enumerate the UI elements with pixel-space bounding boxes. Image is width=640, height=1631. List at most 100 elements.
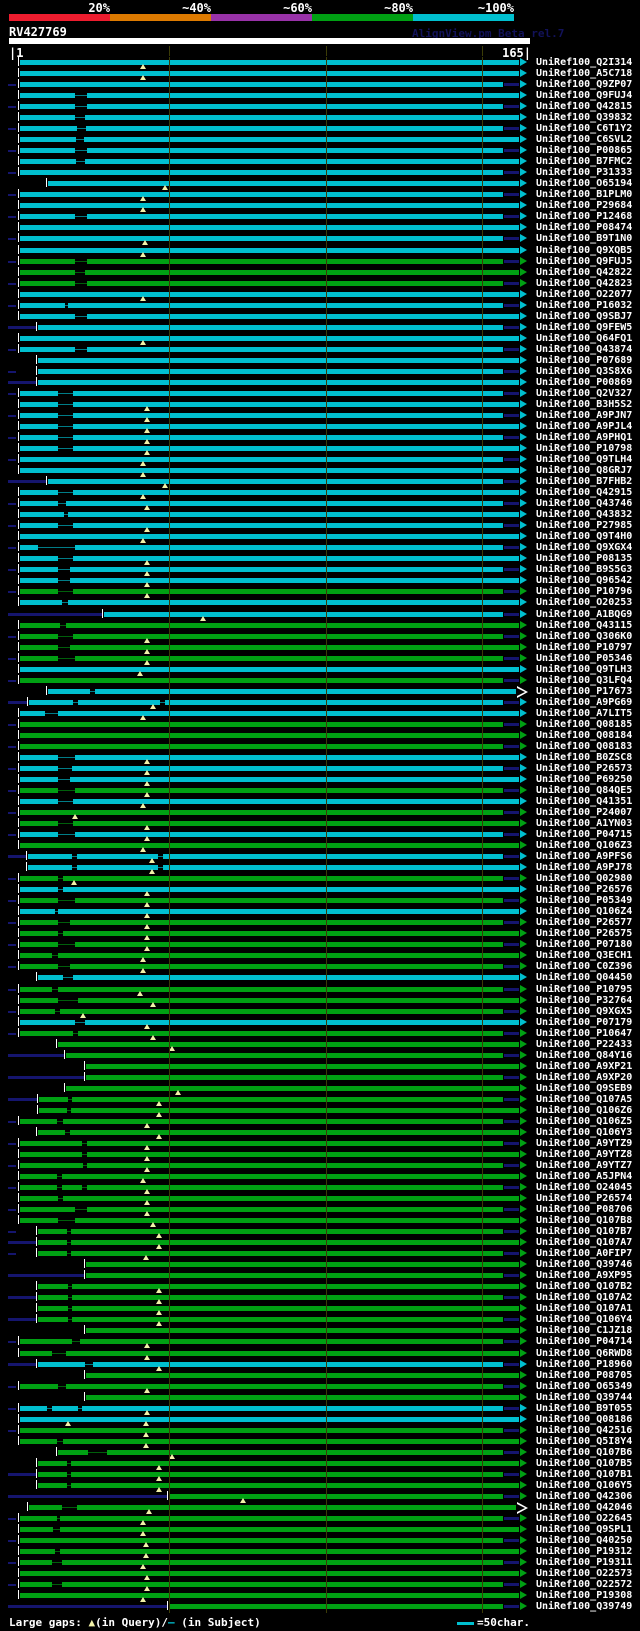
alignment-row[interactable]: UniRef100_P10797 [0,641,640,654]
alignment-row[interactable]: UniRef100_A1YN03 [0,818,640,831]
alignment-row[interactable]: UniRef100_Q39749 [0,1601,640,1612]
alignment-row[interactable]: UniRef100_P19312 [0,1546,640,1559]
alignment-row[interactable]: UniRef100_P10798 [0,443,640,456]
alignment-row[interactable]: UniRef100_Q39744 [0,1391,640,1403]
alignment-row[interactable]: UniRef100_Q64FQ1 [0,332,640,345]
alignment-row[interactable]: UniRef100_P08705 [0,1369,640,1381]
alignment-row[interactable]: UniRef100_Q2I314 [0,57,640,69]
alignment-row[interactable]: UniRef100_P08474 [0,222,640,233]
alignment-row[interactable]: UniRef100_Q107A2 [0,1292,640,1305]
alignment-row[interactable]: UniRef100_P12468 [0,211,640,222]
alignment-row[interactable]: UniRef100_A9YTZ7 [0,1160,640,1172]
alignment-row[interactable]: UniRef100_P10796 [0,586,640,599]
alignment-row[interactable]: UniRef100_Q107B8 [0,1215,640,1228]
alignment-row[interactable]: UniRef100_P26574 [0,1193,640,1206]
alignment-row[interactable]: UniRef100_B7FHB2 [0,476,640,489]
alignment-row[interactable]: UniRef100_A9XP21 [0,1060,640,1072]
alignment-row[interactable]: UniRef100_P07689 [0,354,640,366]
alignment-row[interactable]: UniRef100_A9XP95 [0,1270,640,1281]
alignment-row[interactable]: UniRef100_P69250 [0,773,640,786]
alignment-row[interactable]: UniRef100_Q9T4H0 [0,531,640,544]
alignment-row[interactable]: UniRef100_Q42516 [0,1424,640,1437]
alignment-row[interactable]: UniRef100_P07179 [0,1016,640,1029]
alignment-row[interactable]: UniRef100_Q42915 [0,487,640,500]
alignment-row[interactable]: UniRef100_A9PFS6 [0,851,640,864]
alignment-row[interactable]: UniRef100_Q84QE5 [0,784,640,797]
alignment-row[interactable]: UniRef100_B1PLM0 [0,189,640,202]
alignment-row[interactable]: UniRef100_A5C718 [0,68,640,81]
alignment-row[interactable]: UniRef100_O65349 [0,1380,640,1393]
alignment-row[interactable]: UniRef100_B9S5G3 [0,564,640,577]
alignment-row[interactable]: UniRef100_Q39746 [0,1259,640,1270]
alignment-row[interactable]: UniRef100_A9PJL4 [0,420,640,433]
alignment-row[interactable]: UniRef100_B7FMC2 [0,156,640,167]
alignment-row[interactable]: UniRef100_Q107B6 [0,1446,640,1459]
alignment-row[interactable]: UniRef100_P16032 [0,299,640,311]
alignment-row[interactable]: UniRef100_Q6RWD8 [0,1347,640,1360]
alignment-row[interactable]: UniRef100_Q106Y5 [0,1479,640,1492]
alignment-row[interactable]: UniRef100_B9T055 [0,1402,640,1415]
alignment-row[interactable]: UniRef100_A0FIP7 [0,1248,640,1261]
alignment-row[interactable]: UniRef100_Q39832 [0,112,640,123]
alignment-row[interactable]: UniRef100_Q08185 [0,718,640,730]
alignment-row[interactable]: UniRef100_P00869 [0,376,640,388]
alignment-row[interactable]: UniRef100_Q107A1 [0,1303,640,1316]
alignment-row[interactable]: UniRef100_Q107A7 [0,1237,640,1250]
alignment-row[interactable]: UniRef100_P08706 [0,1204,640,1217]
alignment-row[interactable]: UniRef100_P04715 [0,829,640,842]
alignment-row[interactable]: UniRef100_P17673 [0,685,640,698]
alignment-row[interactable]: UniRef100_P10795 [0,983,640,996]
alignment-row[interactable]: UniRef100_C0Z396 [0,961,640,974]
alignment-row[interactable]: UniRef100_Q9SPL1 [0,1523,640,1536]
alignment-row[interactable]: UniRef100_P29684 [0,200,640,213]
alignment-row[interactable]: UniRef100_P05346 [0,652,640,665]
alignment-row[interactable]: UniRef100_Q9XQB5 [0,244,640,257]
alignment-row[interactable]: UniRef100_Q43746 [0,498,640,511]
alignment-row[interactable]: UniRef100_B0ZSC8 [0,751,640,764]
alignment-row[interactable]: UniRef100_Q106Y3 [0,1126,640,1139]
alignment-row[interactable]: UniRef100_C1JZ18 [0,1325,640,1336]
alignment-row[interactable]: UniRef100_A1BQG9 [0,608,640,621]
alignment-row[interactable]: UniRef100_Q9SBJ7 [0,310,640,322]
alignment-row[interactable]: UniRef100_P26575 [0,928,640,941]
alignment-row[interactable]: UniRef100_Q9SEB9 [0,1082,640,1095]
alignment-row[interactable]: UniRef100_Q08186 [0,1413,640,1426]
alignment-row[interactable]: UniRef100_P26577 [0,917,640,930]
alignment-row[interactable]: UniRef100_Q9TLH3 [0,663,640,676]
alignment-row[interactable]: UniRef100_C6T1Y2 [0,123,640,134]
alignment-row[interactable]: UniRef100_Q107B5 [0,1457,640,1470]
alignment-row[interactable]: UniRef100_Q9FEW5 [0,321,640,333]
alignment-row[interactable]: UniRef100_O20253 [0,597,640,608]
alignment-row[interactable]: UniRef100_A9PJN7 [0,409,640,422]
alignment-row[interactable]: UniRef100_P04714 [0,1336,640,1349]
alignment-row[interactable]: UniRef100_P05349 [0,895,640,908]
alignment-row[interactable]: UniRef100_Q9TLH4 [0,454,640,467]
alignment-row[interactable]: UniRef100_P19311 [0,1557,640,1570]
alignment-row[interactable]: UniRef100_Q08183 [0,740,640,752]
alignment-row[interactable]: UniRef100_A9PG69 [0,696,640,709]
alignment-row[interactable]: UniRef100_C6SVL2 [0,134,640,145]
alignment-row[interactable]: UniRef100_A7LIT5 [0,707,640,720]
alignment-row[interactable]: UniRef100_Q08184 [0,729,640,741]
alignment-row[interactable]: UniRef100_P32764 [0,994,640,1007]
alignment-row[interactable]: UniRef100_Q42046 [0,1501,640,1514]
alignment-row[interactable]: UniRef100_P08135 [0,553,640,566]
alignment-row[interactable]: UniRef100_O22572 [0,1579,640,1592]
alignment-row[interactable]: UniRef100_A9PHQ1 [0,432,640,445]
alignment-row[interactable]: UniRef100_Q8GRJ7 [0,465,640,478]
alignment-row[interactable]: UniRef100_Q42815 [0,101,640,112]
alignment-row[interactable]: UniRef100_O65194 [0,178,640,191]
alignment-row[interactable]: UniRef100_P24007 [0,807,640,820]
alignment-row[interactable]: UniRef100_Q40250 [0,1535,640,1548]
alignment-row[interactable]: UniRef100_O22573 [0,1568,640,1581]
alignment-row[interactable]: UniRef100_Q106Z3 [0,840,640,853]
alignment-row[interactable]: UniRef100_Q106Y4 [0,1314,640,1327]
alignment-row[interactable]: UniRef100_Q106Z6 [0,1104,640,1117]
alignment-row[interactable]: UniRef100_Q43115 [0,619,640,631]
alignment-row[interactable]: UniRef100_B9T1N0 [0,233,640,246]
alignment-row[interactable]: UniRef100_Q96542 [0,575,640,588]
alignment-row[interactable]: UniRef100_Q306K0 [0,630,640,643]
alignment-row[interactable]: UniRef100_A5JPN4 [0,1171,640,1184]
alignment-row[interactable]: UniRef100_Q9XGX4 [0,542,640,553]
alignment-row[interactable]: UniRef100_Q43874 [0,343,640,355]
